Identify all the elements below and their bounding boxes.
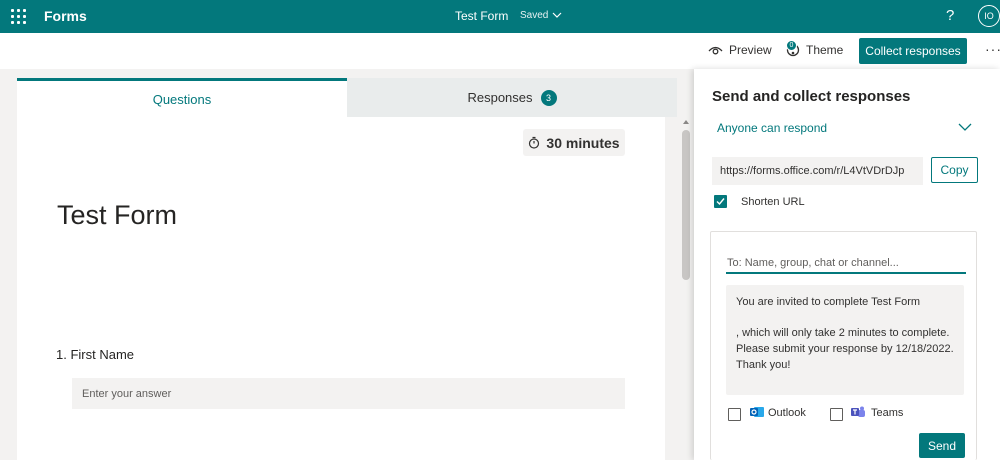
timer-badge[interactable]: 30 minutes [523, 129, 625, 156]
outlook-checkbox[interactable] [728, 408, 741, 421]
document-title[interactable]: Test Form [455, 9, 508, 23]
form-title[interactable]: Test Form [57, 200, 177, 231]
share-card: To: Name, group, chat or channel... You … [710, 231, 977, 460]
command-bar: Preview Theme 0 Collect responses ··· [0, 33, 1000, 69]
form-canvas: 30 minutes Test Form 1. First Name Enter… [17, 117, 665, 460]
teams-icon [851, 406, 865, 417]
recipient-input[interactable]: To: Name, group, chat or channel... [726, 254, 966, 274]
question-1-answer-input[interactable]: Enter your answer [72, 378, 625, 409]
copy-button[interactable]: Copy [931, 157, 978, 183]
question-1-label: 1. First Name [56, 347, 135, 362]
send-button[interactable]: Send [919, 433, 965, 458]
invite-message-line-1: You are invited to complete Test Form [736, 296, 921, 308]
theme-label: Theme [806, 43, 844, 57]
preview-label: Preview [729, 43, 772, 57]
tab-questions[interactable]: Questions [17, 78, 347, 117]
tab-questions-label: Questions [152, 91, 212, 107]
collect-responses-button[interactable]: Collect responses [859, 38, 967, 64]
invite-message-box[interactable]: You are invited to complete Test Form , … [726, 285, 964, 395]
preview-button[interactable]: Preview [708, 43, 772, 57]
user-avatar[interactable]: IO [978, 5, 1000, 27]
send-panel: Send and collect responses Anyone can re… [694, 69, 1000, 460]
theme-badge: 0 [786, 40, 797, 51]
app-name[interactable]: Forms [44, 8, 87, 24]
app-bar: Forms Test Form Saved ? IO [0, 0, 1000, 33]
shorten-url-label: Shorten URL [741, 196, 805, 208]
share-url-field[interactable]: https://forms.office.com/r/L4VtVDrDJp [712, 157, 923, 185]
eye-icon [708, 46, 723, 54]
stopwatch-icon [529, 136, 540, 149]
timer-label: 30 minutes [546, 134, 620, 151]
tab-responses[interactable]: Responses 3 [347, 78, 677, 117]
panel-title: Send and collect responses [712, 88, 911, 105]
invite-message-line-2: , which will only take 2 minutes to comp… [736, 327, 954, 371]
form-scrollbar[interactable] [680, 117, 692, 460]
form-tabs: Questions Responses 3 [17, 78, 677, 117]
teams-label: Teams [871, 407, 904, 419]
shorten-url-checkbox[interactable] [714, 195, 727, 208]
chevron-down-icon[interactable] [958, 122, 972, 132]
scroll-up-icon[interactable] [683, 120, 689, 124]
app-launcher-icon[interactable] [11, 9, 26, 24]
permission-dropdown[interactable]: Anyone can respond [717, 121, 827, 135]
outlook-icon [750, 407, 764, 417]
save-status: Saved [520, 10, 549, 21]
responses-count-badge: 3 [540, 89, 557, 106]
outlook-label: Outlook [768, 407, 806, 419]
help-icon[interactable]: ? [946, 7, 954, 24]
tab-responses-label: Responses [467, 90, 533, 105]
checkmark-icon [716, 198, 725, 206]
more-options-icon[interactable]: ··· [985, 41, 1000, 57]
chevron-down-icon[interactable] [551, 9, 563, 21]
teams-checkbox[interactable] [830, 408, 843, 421]
scroll-thumb[interactable] [682, 130, 690, 280]
